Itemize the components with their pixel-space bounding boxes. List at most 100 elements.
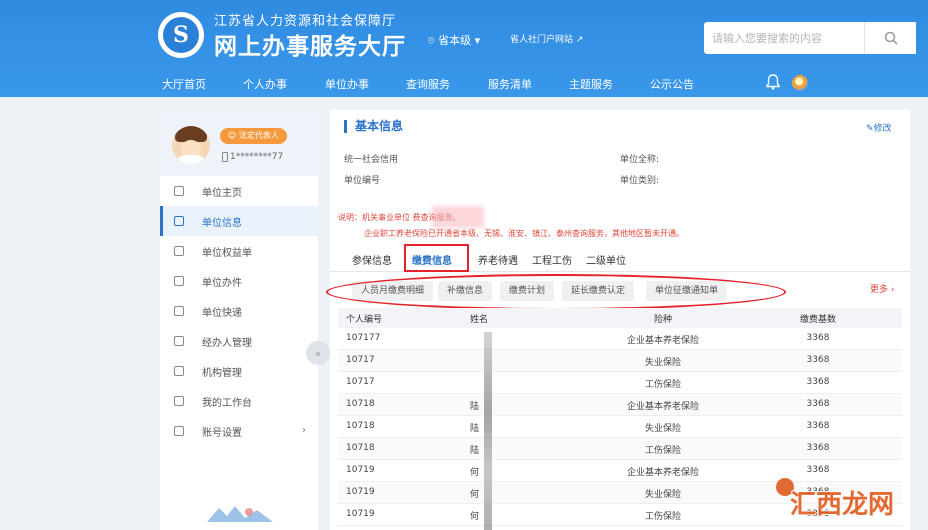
main-panel: 基本信息 ✎修改 统一社会信用 单位编号 单位全称: 单位类别: 说明：机关事业…: [326, 110, 910, 530]
search-icon: [884, 31, 898, 45]
phone-icon: [222, 152, 228, 162]
name-cell: 何: [470, 468, 480, 478]
table-header: 个人编号 姓名 险种 缴费基数: [338, 308, 902, 328]
insurance-cell: 工伤保险: [644, 446, 681, 456]
nav-personal[interactable]: 个人办事: [243, 76, 287, 92]
level-select[interactable]: ⌾ 省本级 ▾: [428, 32, 480, 48]
sidebar-item-unit-info[interactable]: 单位信息: [160, 206, 318, 236]
name-cell: 陆: [470, 402, 480, 412]
search-button[interactable]: [864, 22, 916, 54]
sidebar-item-rights[interactable]: 单位权益单: [160, 236, 318, 266]
nav-query[interactable]: 查询服务: [406, 76, 450, 92]
insurance-cell: 失业保险: [644, 490, 681, 500]
phone-number: 1********77: [230, 152, 284, 162]
portal-link[interactable]: 省人社门户网站 ↗: [510, 32, 583, 45]
base-cell: 3368: [806, 465, 830, 475]
insurance-cell: 失业保险: [644, 358, 681, 368]
table-row[interactable]: 10719 何 企业基本养老保险 3368: [338, 460, 902, 482]
person-id-cell: 107177: [346, 333, 381, 343]
external-link-icon: ↗: [573, 35, 584, 45]
nav-service-list[interactable]: 服务清单: [488, 76, 532, 92]
column-header: 姓名: [470, 315, 489, 325]
profile-card: ☺ 法定代表人 1********77: [160, 110, 318, 176]
table-row[interactable]: 10717 工伤保险 3368: [338, 372, 902, 394]
insurance-cell: 工伤保险: [644, 512, 681, 522]
person-id-cell: 10717: [346, 377, 375, 387]
nav-home[interactable]: 大厅首页: [162, 76, 206, 92]
location-pin-icon: ⌾: [428, 34, 439, 47]
tab-sub-unit[interactable]: 二级单位: [586, 252, 626, 267]
sidebar-item-label: 单位快递: [202, 307, 242, 319]
column-header: 缴费基数: [799, 315, 836, 325]
collapse-sidebar-button[interactable]: «: [306, 341, 330, 365]
insurance-cell: 工伤保险: [644, 380, 681, 390]
caret-down-icon: ▾: [471, 34, 481, 47]
base-cell: 3368: [806, 421, 830, 431]
edit-button[interactable]: ✎修改: [866, 121, 892, 134]
person-id-cell: 10719: [346, 487, 375, 497]
chevron-right-icon: ›: [888, 285, 895, 295]
sidebar-item-home[interactable]: 单位主页: [160, 176, 318, 206]
sidebar-item-label: 单位办件: [202, 277, 242, 289]
chevron-right-icon: ›: [302, 425, 306, 436]
insurance-cell: 企业基本养老保险: [626, 336, 699, 346]
base-cell: 3368: [806, 333, 830, 343]
base-cell: 3368: [806, 399, 830, 409]
sidebar-item-org[interactable]: 机构管理: [160, 356, 318, 386]
base-cell: 3368: [806, 443, 830, 453]
name-cell: 陆: [470, 424, 480, 434]
column-header: 个人编号: [346, 315, 383, 325]
nav-theme[interactable]: 主题服务: [569, 76, 613, 92]
user-icon: ☺: [228, 131, 239, 140]
more-link[interactable]: 更多 ›: [870, 282, 894, 295]
sidebar-item-workbench[interactable]: 我的工作台: [160, 386, 318, 416]
person-id-cell: 10717: [346, 355, 375, 365]
column-header: 险种: [653, 315, 672, 325]
table-row[interactable]: 10717 失业保险 3368: [338, 350, 902, 372]
table-row[interactable]: 10718 陆 工伤保险 3368: [338, 438, 902, 460]
sidebar-item-agents[interactable]: 经办人管理: [160, 326, 318, 356]
role-badge: ☺ 法定代表人: [220, 128, 287, 144]
table-row[interactable]: 107177 企业基本养老保险 3368: [338, 328, 902, 350]
person-id-cell: 10719: [346, 465, 375, 475]
bell-icon[interactable]: [766, 74, 780, 90]
hall-title: 网上办事服务大厅: [214, 34, 406, 60]
sidebar-item-label: 账号设置: [202, 427, 242, 439]
highlight-ellipse: [326, 274, 786, 310]
full-name-label: 单位全称:: [620, 155, 660, 165]
site-logo-icon[interactable]: S: [158, 12, 204, 58]
briefcase-icon: [174, 276, 184, 286]
sidebar: ☺ 法定代表人 1********77 单位主页 单位信息 单位权益单 单位办件…: [160, 110, 318, 530]
highlight-box: [404, 244, 469, 272]
tab-injury[interactable]: 工程工伤: [532, 252, 572, 267]
sidebar-item-label: 经办人管理: [202, 337, 252, 349]
credit-code-label: 统一社会信用: [344, 155, 399, 165]
avatar[interactable]: [172, 126, 210, 164]
level-select-value: 省本级: [438, 34, 472, 47]
tab-pension[interactable]: 养老待遇: [478, 252, 518, 267]
user-avatar[interactable]: [792, 75, 808, 91]
notice-line-2: 企业职工养老保险已开通省本级、无锡、淮安、镇江、泰州查询服务，其他地区暂未开通。: [364, 229, 684, 238]
insurance-cell: 企业基本养老保险: [626, 468, 699, 478]
sidebar-item-express[interactable]: 单位快递: [160, 296, 318, 326]
tab-insured-info[interactable]: 参保信息: [352, 252, 392, 267]
person-id-cell: 10718: [346, 443, 375, 453]
sidebar-item-account[interactable]: 账号设置 ›: [160, 416, 318, 446]
insurance-cell: 企业基本养老保险: [626, 402, 699, 412]
more-label: 更多: [870, 285, 889, 295]
person-id-cell: 10718: [346, 399, 375, 409]
table-row[interactable]: 10718 陆 失业保险 3368: [338, 416, 902, 438]
redacted-area: [432, 206, 484, 228]
nav-unit[interactable]: 单位办事: [325, 76, 369, 92]
name-cell: 何: [470, 512, 480, 522]
decorative-graphic: [207, 506, 273, 522]
watermark: 汇西龙网: [790, 490, 895, 520]
table-row[interactable]: 10718 陆 企业基本养老保险 3368: [338, 394, 902, 416]
nav-notice[interactable]: 公示公告: [650, 76, 694, 92]
base-cell: 3368: [806, 355, 830, 365]
name-cell: 何: [470, 490, 480, 500]
home-icon: [174, 186, 184, 196]
sidebar-item-cases[interactable]: 单位办件: [160, 266, 318, 296]
search-input[interactable]: 请输入您要搜索的内容: [704, 22, 864, 54]
person-icon: [174, 336, 184, 346]
